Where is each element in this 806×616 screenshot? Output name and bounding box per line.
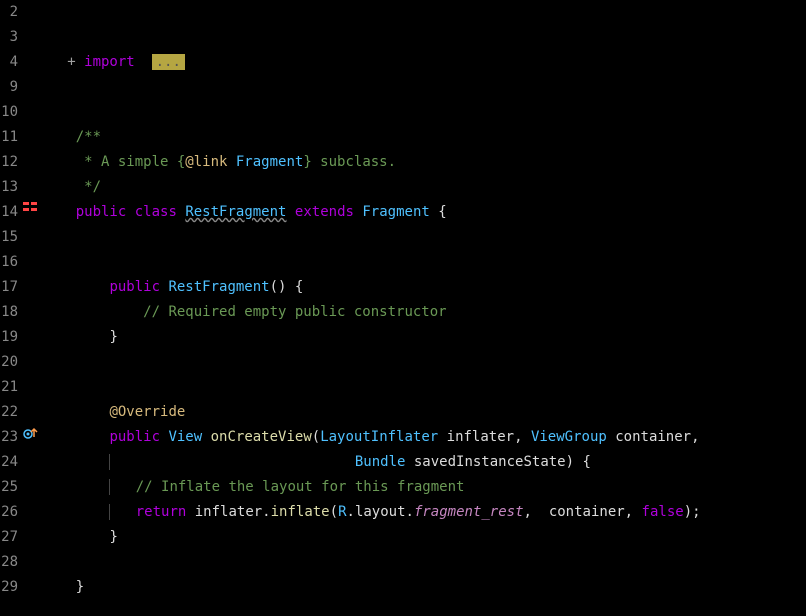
param-name: savedInstanceState <box>405 454 565 470</box>
javadoc: } subclass. <box>303 154 396 170</box>
line-number[interactable]: 18 <box>0 300 18 325</box>
line-number[interactable]: 14 <box>0 200 18 225</box>
param-name: inflater <box>438 429 514 445</box>
keyword-public: public <box>76 204 127 220</box>
gutter-icons <box>22 0 42 616</box>
line-number[interactable]: 19 <box>0 325 18 350</box>
code-text-area[interactable]: + import ... /** * A simple {@link Fragm… <box>42 0 806 616</box>
javadoc: * A simple { <box>42 154 185 170</box>
keyword-public: public <box>109 429 160 445</box>
line-number[interactable]: 22 <box>0 400 18 425</box>
javadoc-link: Fragment <box>227 154 303 170</box>
line-number[interactable]: 23 <box>0 425 18 450</box>
keyword-return: return <box>136 504 187 520</box>
param-type: Bundle <box>355 454 406 470</box>
comment: // Inflate the layout for this fragment <box>136 479 465 495</box>
comment: // Required empty public constructor <box>143 304 446 320</box>
related-problems-icon[interactable] <box>22 200 42 225</box>
override-marker-icon[interactable] <box>22 425 42 450</box>
param-name: container <box>607 429 691 445</box>
line-number[interactable]: 9 <box>0 75 18 100</box>
import-ellipsis[interactable]: ... <box>152 54 185 70</box>
resource-id: fragment_rest <box>414 504 524 520</box>
line-number[interactable]: 20 <box>0 350 18 375</box>
line-number[interactable]: 12 <box>0 150 18 175</box>
keyword-false: false <box>642 504 684 520</box>
keyword-extends: extends <box>295 204 354 220</box>
line-number[interactable]: 27 <box>0 525 18 550</box>
line-number[interactable]: 21 <box>0 375 18 400</box>
annotation: @Override <box>109 404 185 420</box>
param-type: LayoutInflater <box>320 429 438 445</box>
param-type: ViewGroup <box>531 429 607 445</box>
line-number[interactable]: 10 <box>0 100 18 125</box>
line-number[interactable]: 11 <box>0 125 18 150</box>
line-number[interactable]: 28 <box>0 550 18 575</box>
javadoc: */ <box>42 179 101 195</box>
line-number[interactable]: 15 <box>0 225 18 250</box>
method-name: onCreateView <box>211 429 312 445</box>
line-number-gutter: 2 3 4 9 10 11 12 13 14 15 16 17 18 19 20… <box>0 0 22 616</box>
fold-plus[interactable]: + <box>42 54 76 70</box>
line-number[interactable]: 3 <box>0 25 18 50</box>
line-number[interactable]: 13 <box>0 175 18 200</box>
keyword-import: import <box>76 54 143 70</box>
constructor-name: RestFragment <box>168 279 269 295</box>
line-number[interactable]: 17 <box>0 275 18 300</box>
code-editor: 2 3 4 9 10 11 12 13 14 15 16 17 18 19 20… <box>0 0 806 616</box>
return-type: View <box>168 429 202 445</box>
line-number[interactable]: 24 <box>0 450 18 475</box>
class-name: RestFragment <box>185 204 286 220</box>
method-call: inflate <box>271 504 330 520</box>
javadoc-tag: @link <box>185 154 227 170</box>
keyword-class: class <box>135 204 177 220</box>
line-number[interactable]: 29 <box>0 575 18 600</box>
superclass: Fragment <box>362 204 429 220</box>
javadoc: /** <box>42 129 101 145</box>
line-number[interactable]: 16 <box>0 250 18 275</box>
keyword-public: public <box>109 279 160 295</box>
line-number[interactable]: 2 <box>0 0 18 25</box>
line-number[interactable]: 26 <box>0 500 18 525</box>
line-number[interactable]: 25 <box>0 475 18 500</box>
line-number[interactable]: 4 <box>0 50 18 75</box>
